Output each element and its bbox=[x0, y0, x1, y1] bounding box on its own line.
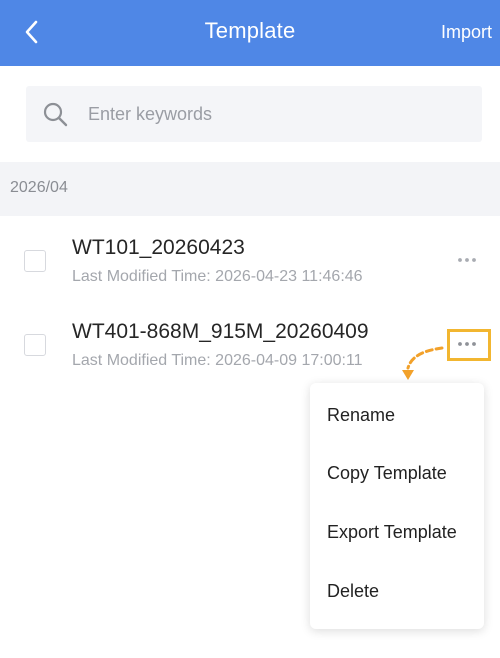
row-checkbox[interactable] bbox=[24, 250, 46, 272]
context-menu: Rename Copy Template Export Template Del… bbox=[310, 383, 484, 629]
month-group-header: 2026/04 bbox=[0, 162, 500, 216]
more-options-button[interactable] bbox=[452, 334, 482, 354]
menu-item-export-template[interactable]: Export Template bbox=[310, 504, 484, 560]
menu-item-delete[interactable]: Delete bbox=[310, 563, 484, 619]
menu-item-label: Copy Template bbox=[327, 463, 447, 483]
header-bar: Template Import bbox=[0, 0, 500, 66]
more-horizontal-icon bbox=[458, 258, 476, 262]
menu-item-rename[interactable]: Rename bbox=[310, 387, 484, 443]
search-input[interactable] bbox=[88, 86, 468, 142]
import-button[interactable]: Import bbox=[441, 22, 492, 43]
more-options-button[interactable] bbox=[452, 250, 482, 270]
menu-item-copy-template[interactable]: Copy Template bbox=[310, 445, 484, 501]
row-checkbox[interactable] bbox=[24, 334, 46, 356]
back-button[interactable] bbox=[18, 10, 58, 54]
template-name: WT101_20260423 bbox=[72, 236, 245, 259]
more-horizontal-icon bbox=[458, 342, 476, 346]
menu-item-label: Export Template bbox=[327, 522, 457, 542]
menu-item-label: Rename bbox=[327, 405, 396, 425]
template-name: WT401-868M_915M_20260409 bbox=[72, 320, 369, 343]
template-modified-time: Last Modified Time: 2026-04-23 11:46:46 bbox=[72, 268, 363, 285]
template-page: Template Import 2026/04 WT101_20260423 L… bbox=[0, 0, 500, 658]
search-box[interactable] bbox=[26, 86, 482, 142]
search-section bbox=[0, 66, 500, 162]
template-modified-time: Last Modified Time: 2026-04-09 17:00:11 bbox=[72, 352, 363, 369]
month-group-label: 2026/04 bbox=[10, 179, 68, 196]
page-title: Template bbox=[204, 18, 296, 43]
menu-item-label: Delete bbox=[327, 581, 380, 601]
template-row[interactable]: WT101_20260423 Last Modified Time: 2026-… bbox=[0, 228, 500, 316]
search-icon bbox=[43, 102, 68, 127]
chevron-left-icon bbox=[25, 20, 38, 44]
